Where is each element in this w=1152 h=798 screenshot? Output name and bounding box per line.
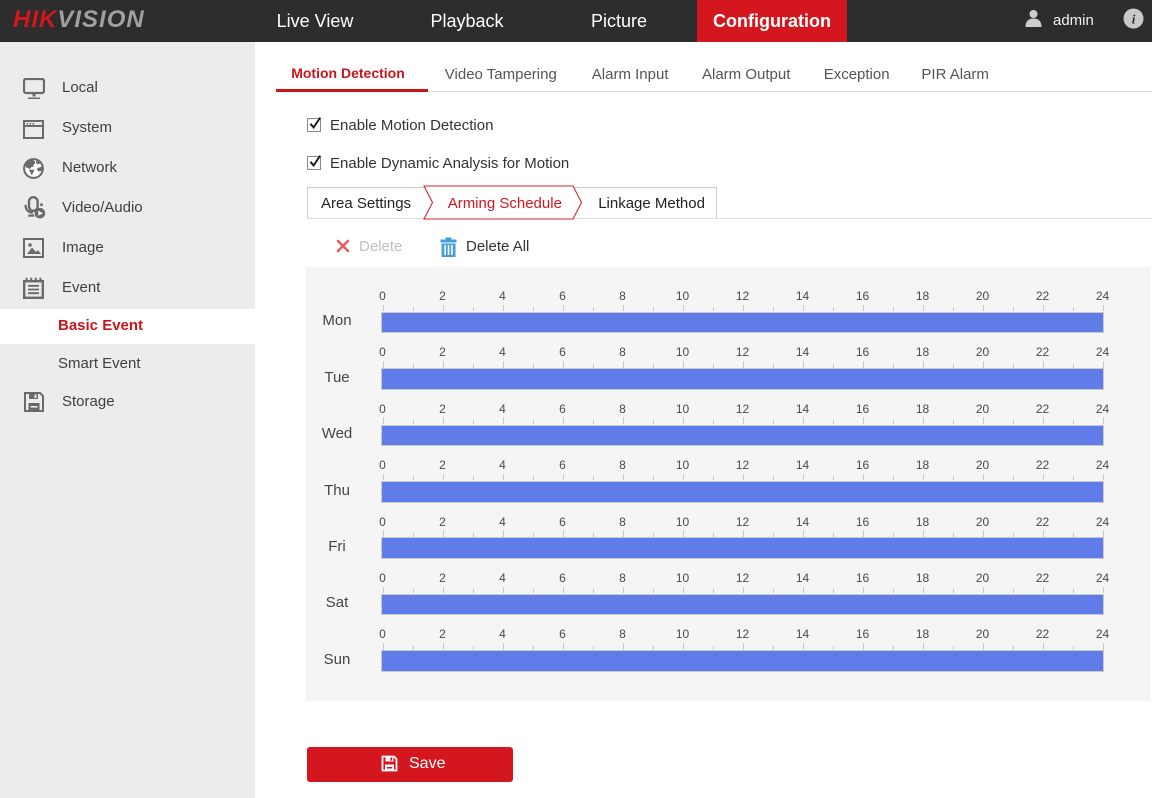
svg-text:i: i <box>1132 12 1136 27</box>
